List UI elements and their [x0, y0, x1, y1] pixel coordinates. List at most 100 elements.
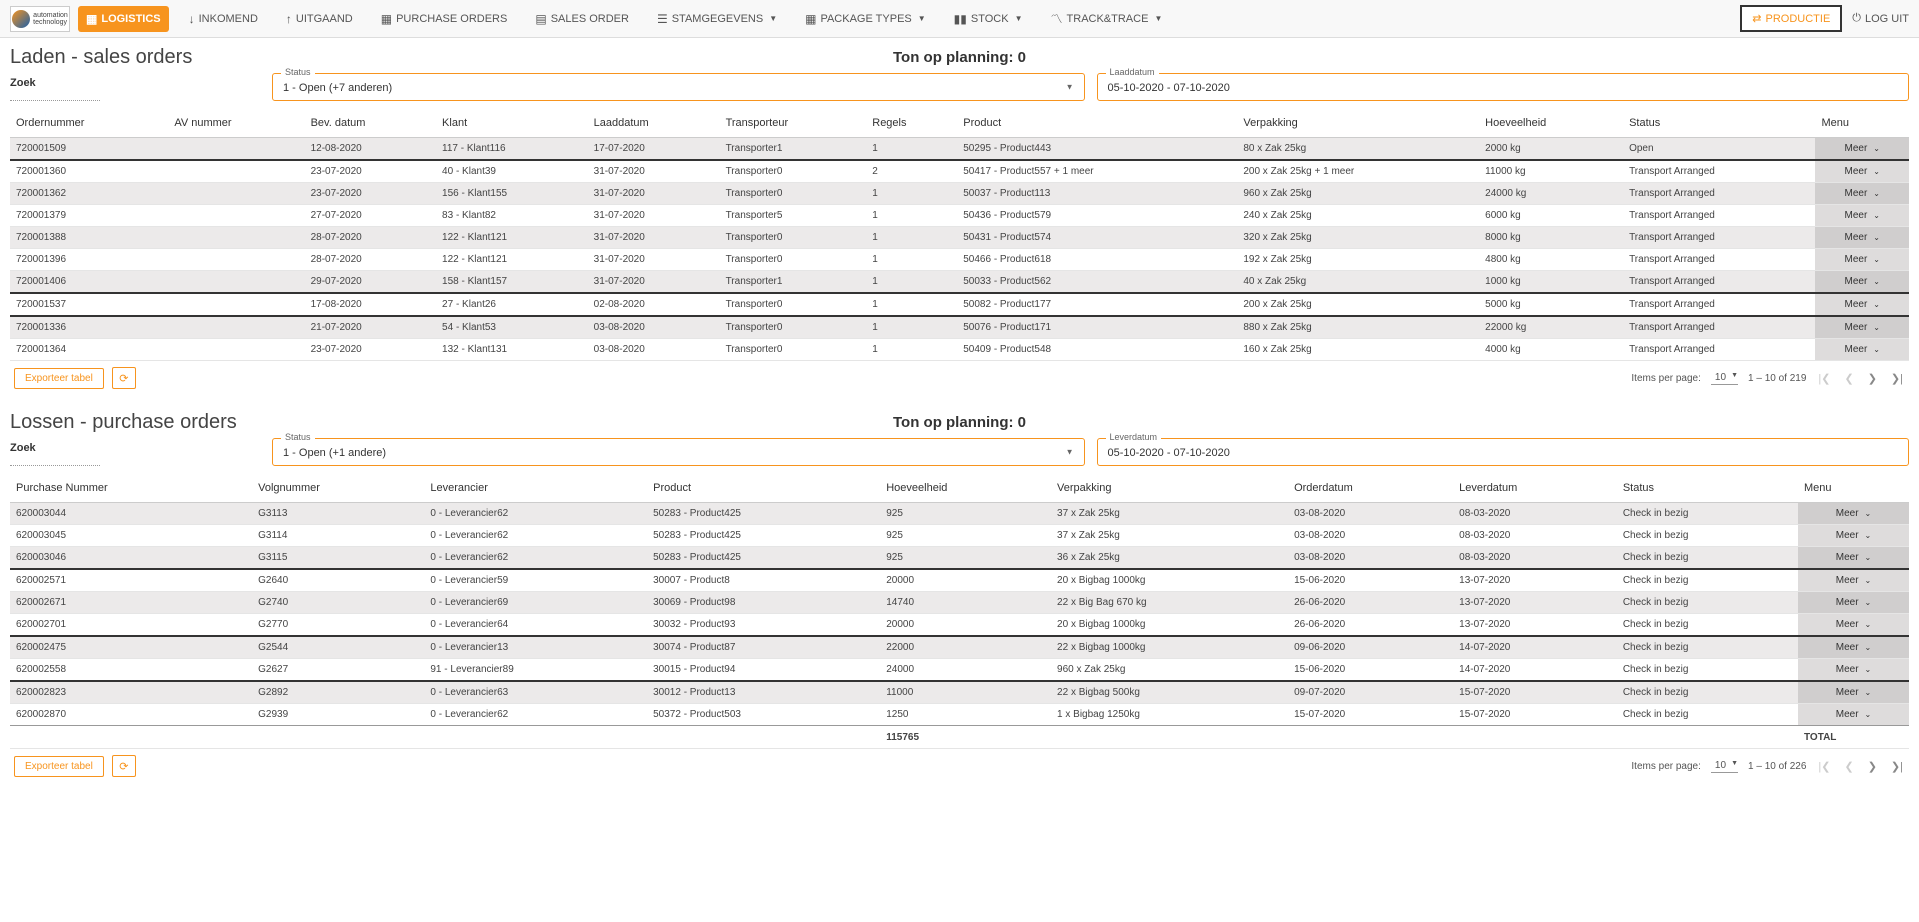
meer-button[interactable]: Meer ⌄ [1836, 575, 1872, 586]
total-cell [1453, 726, 1617, 749]
meer-button[interactable]: Meer ⌄ [1844, 254, 1880, 265]
table-row[interactable]: 620002870G29390 - Leverancier6250372 - P… [10, 704, 1909, 726]
meer-button[interactable]: Meer ⌄ [1844, 188, 1880, 199]
table-row[interactable]: 620002671G27400 - Leverancier6930069 - P… [10, 592, 1909, 614]
pager-next[interactable]: ❯ [1866, 760, 1879, 773]
table-row[interactable]: 620003044G31130 - Leverancier6250283 - P… [10, 503, 1909, 525]
table-row[interactable]: 72000136023-07-202040 - Klant3931-07-202… [10, 160, 1909, 183]
pager-prev[interactable]: ❮ [1842, 760, 1855, 773]
meer-button[interactable]: Meer ⌄ [1836, 642, 1872, 653]
col-header[interactable]: Klant [436, 109, 588, 138]
col-header[interactable]: Regels [866, 109, 957, 138]
col-header[interactable]: Verpakking [1237, 109, 1479, 138]
table-row[interactable]: 72000138828-07-2020122 - Klant12131-07-2… [10, 227, 1909, 249]
table-row[interactable]: 72000136423-07-2020132 - Klant13103-08-2… [10, 339, 1909, 361]
meer-button[interactable]: Meer ⌄ [1836, 664, 1872, 675]
col-header[interactable]: AV nummer [168, 109, 304, 138]
meer-button[interactable]: Meer ⌄ [1836, 552, 1872, 563]
nav-inkomend[interactable]: ↓INKOMEND [181, 6, 266, 32]
table-row[interactable]: 72000139628-07-2020122 - Klant12131-07-2… [10, 249, 1909, 271]
col-header[interactable]: Menu [1815, 109, 1909, 138]
meer-button[interactable]: Meer ⌄ [1844, 299, 1880, 310]
table-cell: 02-08-2020 [588, 293, 720, 316]
table-row[interactable]: 72000153717-08-202027 - Klant2602-08-202… [10, 293, 1909, 316]
leverdatum-input[interactable]: Leverdatum 05-10-2020 - 07-10-2020 [1097, 438, 1910, 466]
productie-button[interactable]: ⇄PRODUCTIE [1740, 5, 1842, 32]
status-select[interactable]: Status 1 - Open (+7 anderen) ▼ [272, 73, 1085, 101]
laaddatum-input[interactable]: Laaddatum 05-10-2020 - 07-10-2020 [1097, 73, 1910, 101]
nav-tracktrace[interactable]: 〽TRACK&TRACE▼ [1043, 4, 1171, 33]
meer-button[interactable]: Meer ⌄ [1844, 322, 1880, 333]
status-select[interactable]: Status 1 - Open (+1 andere) ▼ [272, 438, 1085, 466]
chevron-down-icon: ▼ [1731, 372, 1738, 379]
col-header[interactable]: Transporteur [720, 109, 867, 138]
meer-button[interactable]: Meer ⌄ [1836, 709, 1872, 720]
meer-button[interactable]: Meer ⌄ [1836, 530, 1872, 541]
col-header[interactable]: Menu [1798, 474, 1909, 503]
nav-sales-order[interactable]: ▤SALES ORDER [527, 6, 637, 32]
table-row[interactable]: 72000150912-08-2020117 - Klant11617-07-2… [10, 138, 1909, 161]
export-button[interactable]: Exporteer tabel [14, 368, 104, 389]
meer-button[interactable]: Meer ⌄ [1836, 597, 1872, 608]
meer-button[interactable]: Meer ⌄ [1836, 687, 1872, 698]
table-row[interactable]: 620002475G25440 - Leverancier1330074 - P… [10, 636, 1909, 659]
zoek-field[interactable]: Zoek [10, 442, 260, 466]
meer-button[interactable]: Meer ⌄ [1836, 619, 1872, 630]
table-row[interactable]: 72000137927-07-202083 - Klant8231-07-202… [10, 205, 1909, 227]
reload-button[interactable]: ⟳ [112, 755, 136, 777]
col-header[interactable]: Purchase Nummer [10, 474, 252, 503]
pager-first[interactable]: |❮ [1816, 760, 1832, 773]
pager-first[interactable]: |❮ [1816, 372, 1832, 385]
col-header[interactable]: Leverdatum [1453, 474, 1617, 503]
export-button[interactable]: Exporteer tabel [14, 756, 104, 777]
nav-stamgegevens[interactable]: ☰STAMGEGEVENS▼ [649, 6, 785, 32]
zoek-input[interactable] [10, 91, 100, 101]
table-row[interactable]: 72000136223-07-2020156 - Klant15531-07-2… [10, 183, 1909, 205]
meer-button[interactable]: Meer ⌄ [1844, 143, 1880, 154]
ipp-select[interactable]: 10▼ [1711, 760, 1738, 773]
col-header[interactable]: Hoeveelheid [1479, 109, 1623, 138]
col-header[interactable]: Leverancier [424, 474, 647, 503]
table-row[interactable]: 620003045G31140 - Leverancier6250283 - P… [10, 525, 1909, 547]
nav-uitgaand[interactable]: ↑UITGAAND [278, 6, 361, 32]
col-header[interactable]: Product [957, 109, 1237, 138]
col-header[interactable]: Ordernummer [10, 109, 168, 138]
lossen-pager: Items per page: 10▼ 1 – 10 of 226 |❮ ❮ ❯… [1631, 760, 1905, 773]
reload-button[interactable]: ⟳ [112, 367, 136, 389]
pager-last[interactable]: ❯| [1889, 760, 1905, 773]
col-header[interactable]: Orderdatum [1288, 474, 1453, 503]
nav-package-types[interactable]: ▦PACKAGE TYPES▼ [797, 6, 934, 32]
table-cell: 720001396 [10, 249, 168, 271]
ipp-select[interactable]: 10▼ [1711, 372, 1738, 385]
table-row[interactable]: 620002558G262791 - Leverancier8930015 - … [10, 659, 1909, 682]
nav-purchase-orders[interactable]: ▦PURCHASE ORDERS [373, 6, 516, 32]
zoek-input[interactable] [10, 456, 100, 466]
nav-stock[interactable]: ▮▮STOCK▼ [946, 6, 1031, 32]
logout-button[interactable]: ⏻LOG UIT [1852, 12, 1909, 25]
meer-button[interactable]: Meer ⌄ [1844, 344, 1880, 355]
pager-last[interactable]: ❯| [1889, 372, 1905, 385]
meer-button[interactable]: Meer ⌄ [1844, 232, 1880, 243]
table-row[interactable]: 620002823G28920 - Leverancier6330012 - P… [10, 681, 1909, 704]
zoek-field[interactable]: Zoek [10, 77, 260, 101]
meer-button[interactable]: Meer ⌄ [1844, 210, 1880, 221]
meer-button[interactable]: Meer ⌄ [1844, 276, 1880, 287]
col-header[interactable]: Bev. datum [305, 109, 436, 138]
col-header[interactable]: Product [647, 474, 880, 503]
col-header[interactable]: Volgnummer [252, 474, 424, 503]
col-header[interactable]: Laaddatum [588, 109, 720, 138]
meer-button[interactable]: Meer ⌄ [1844, 166, 1880, 177]
col-header[interactable]: Verpakking [1051, 474, 1288, 503]
table-row[interactable]: 72000133621-07-202054 - Klant5303-08-202… [10, 316, 1909, 339]
table-row[interactable]: 620002571G26400 - Leverancier5930007 - P… [10, 569, 1909, 592]
table-row[interactable]: 620003046G31150 - Leverancier6250283 - P… [10, 547, 1909, 570]
col-header[interactable]: Status [1623, 109, 1815, 138]
nav-logistics[interactable]: ▦LOGISTICS [78, 6, 169, 32]
col-header[interactable]: Hoeveelheid [880, 474, 1051, 503]
meer-button[interactable]: Meer ⌄ [1836, 508, 1872, 519]
table-row[interactable]: 72000140629-07-2020158 - Klant15731-07-2… [10, 271, 1909, 294]
table-row[interactable]: 620002701G27700 - Leverancier6430032 - P… [10, 614, 1909, 637]
pager-prev[interactable]: ❮ [1842, 372, 1855, 385]
col-header[interactable]: Status [1617, 474, 1798, 503]
pager-next[interactable]: ❯ [1866, 372, 1879, 385]
